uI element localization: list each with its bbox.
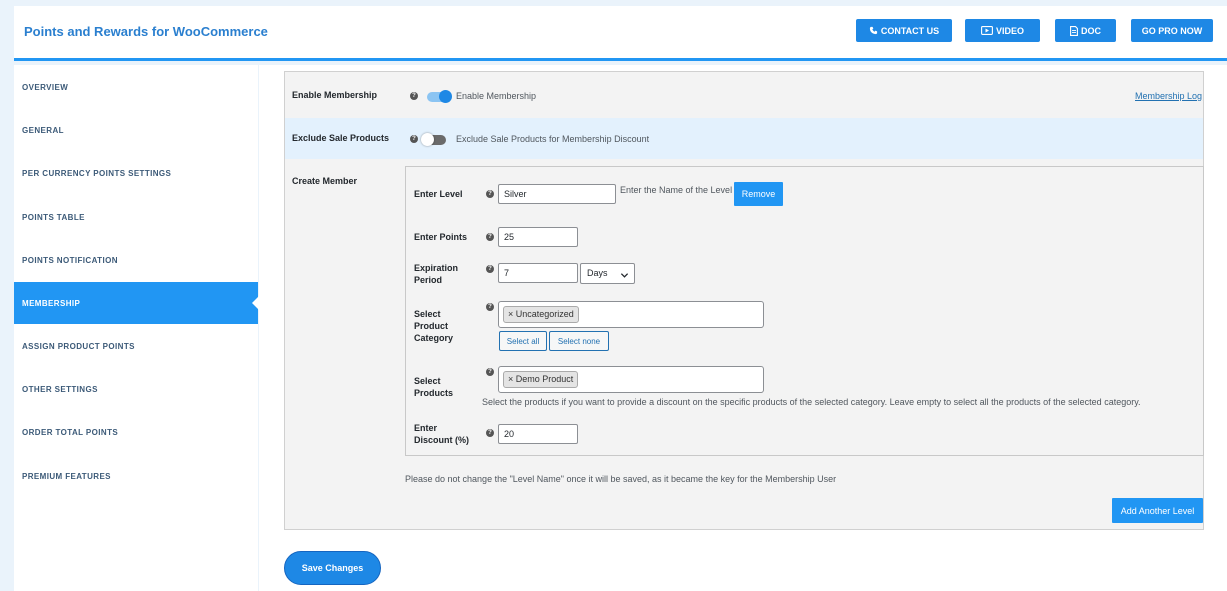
select-products-label: Select Products	[414, 376, 454, 398]
sidebar-item-points-table[interactable]: POINTS TABLE	[14, 196, 258, 238]
enter-points-label: Enter Points	[414, 232, 468, 242]
phone-icon	[869, 26, 878, 35]
select-none-button[interactable]: Select none	[549, 331, 609, 351]
sidebar-item-label: ORDER TOTAL POINTS	[22, 427, 119, 437]
sidebar-item-other-settings[interactable]: OTHER SETTINGS	[14, 368, 258, 410]
select-all-button[interactable]: Select all	[499, 331, 547, 351]
category-multiselect[interactable]: × Uncategorized	[498, 301, 764, 328]
contact-us-label: CONTACT US	[880, 25, 940, 36]
help-icon: ?	[410, 92, 418, 100]
enter-discount-label: Enter Discount (%)	[414, 423, 469, 445]
help-icon: ?	[486, 368, 494, 376]
points-input[interactable]: 25	[498, 227, 578, 247]
level-name-input[interactable]: Silver	[498, 184, 616, 204]
doc-button[interactable]: DOC	[1055, 19, 1116, 42]
app-header: Points and Rewards for WooCommerce CONTA…	[14, 6, 1227, 61]
sidebar-item-label: GENERAL	[22, 125, 64, 135]
help-icon: ?	[486, 190, 494, 198]
chevron-down-icon	[620, 268, 629, 287]
sidebar-item-label: OTHER SETTINGS	[22, 384, 98, 394]
help-icon: ?	[486, 303, 494, 311]
document-icon	[1070, 25, 1078, 36]
main-content: Enable Membership ? Enable Membership Me…	[259, 65, 1227, 591]
membership-settings-panel: Enable Membership ? Enable Membership Me…	[284, 71, 1204, 530]
sidebar-item-label: POINTS TABLE	[22, 212, 85, 222]
sidebar-item-label: PER CURRENCY POINTS SETTINGS	[22, 168, 172, 178]
membership-log-link[interactable]: Membership Log	[1135, 91, 1202, 101]
enable-membership-description: Enable Membership	[456, 91, 537, 101]
go-pro-label: GO PRO NOW	[1141, 25, 1203, 36]
go-pro-button[interactable]: GO PRO NOW	[1131, 19, 1213, 42]
sidebar-item-label: PREMIUM FEATURES	[22, 471, 111, 481]
sidebar-item-label: MEMBERSHIP	[22, 298, 81, 308]
level-name-hint: Enter the Name of the Level	[620, 185, 733, 195]
remove-level-button[interactable]: Remove	[734, 182, 783, 206]
exclude-sale-label: Exclude Sale Products	[292, 133, 390, 143]
sidebar-item-premium-features[interactable]: PREMIUM FEATURES	[14, 455, 258, 497]
help-icon: ?	[486, 429, 494, 437]
add-another-level-button[interactable]: Add Another Level	[1112, 498, 1203, 523]
play-icon	[981, 26, 993, 35]
sidebar-item-order-total-points[interactable]: ORDER TOTAL POINTS	[14, 411, 258, 453]
video-label: VIDEO	[995, 25, 1024, 36]
video-button[interactable]: VIDEO	[965, 19, 1040, 42]
sidebar: OVERVIEW GENERAL PER CURRENCY POINTS SET…	[14, 65, 259, 591]
sidebar-item-general[interactable]: GENERAL	[14, 109, 258, 151]
sidebar-item-overview[interactable]: OVERVIEW	[14, 66, 258, 108]
help-icon: ?	[486, 265, 494, 273]
app-title: Points and Rewards for WooCommerce	[24, 24, 268, 39]
help-icon: ?	[410, 135, 418, 143]
sidebar-item-per-currency-points-settings[interactable]: PER CURRENCY POINTS SETTINGS	[14, 152, 258, 194]
category-chip[interactable]: × Uncategorized	[503, 306, 579, 323]
sidebar-item-label: OVERVIEW	[22, 82, 69, 92]
help-icon: ?	[486, 233, 494, 241]
sidebar-item-assign-product-points[interactable]: ASSIGN PRODUCT POINTS	[14, 325, 258, 367]
save-changes-button[interactable]: Save Changes	[284, 551, 381, 585]
expiration-unit-value: Days	[587, 268, 608, 278]
products-hint: Select the products if you want to provi…	[482, 397, 1141, 407]
contact-us-button[interactable]: CONTACT US	[856, 19, 952, 42]
sidebar-item-label: ASSIGN PRODUCT POINTS	[22, 341, 135, 351]
select-category-label: Select Product Category	[414, 309, 454, 343]
expiration-value-input[interactable]: 7	[498, 263, 578, 283]
level-name-notice: Please do not change the "Level Name" on…	[405, 474, 837, 484]
toggle-knob	[421, 133, 434, 146]
create-member-label: Create Member	[292, 176, 358, 186]
enter-level-label: Enter Level	[414, 189, 463, 199]
exclude-sale-description: Exclude Sale Products for Membership Dis…	[456, 134, 650, 144]
enable-membership-label: Enable Membership	[292, 90, 378, 100]
discount-input[interactable]: 20	[498, 424, 578, 444]
sidebar-item-membership[interactable]: MEMBERSHIP	[14, 282, 259, 324]
sidebar-item-points-notification[interactable]: POINTS NOTIFICATION	[14, 239, 258, 281]
sidebar-item-label: POINTS NOTIFICATION	[22, 255, 118, 265]
product-chip[interactable]: × Demo Product	[503, 371, 579, 388]
expiration-unit-select[interactable]: Days	[580, 263, 635, 284]
enable-membership-toggle[interactable]	[427, 90, 452, 103]
toggle-knob	[439, 90, 452, 103]
doc-label: DOC	[1081, 25, 1101, 36]
products-multiselect[interactable]: × Demo Product	[498, 366, 764, 393]
create-member-box: Enter Level ? Silver Enter the Name of t…	[405, 166, 1204, 456]
exclude-sale-toggle[interactable]	[421, 133, 446, 146]
expiration-period-label: Expiration Period	[414, 263, 459, 285]
